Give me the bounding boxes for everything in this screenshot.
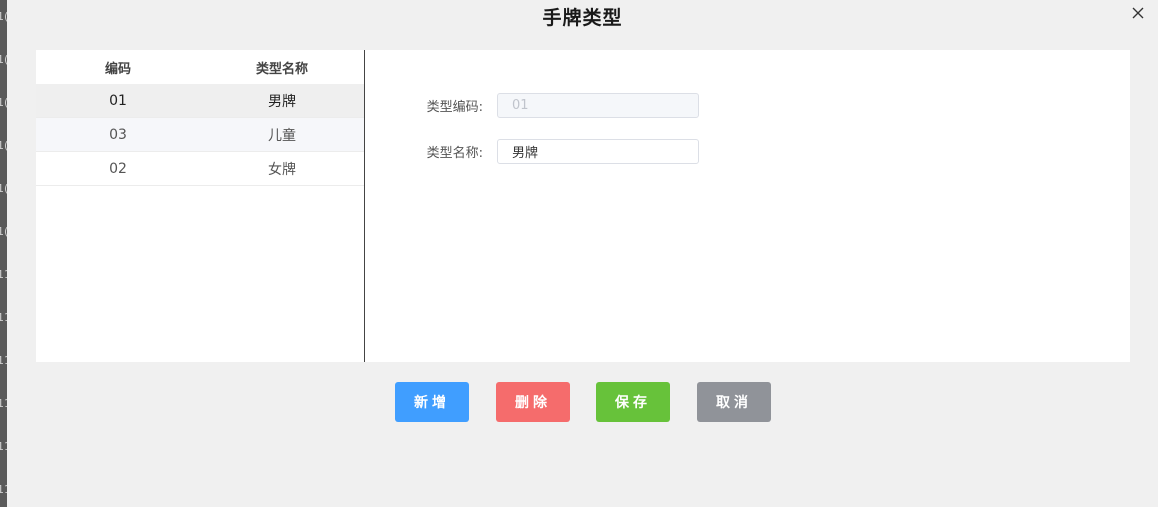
table-row[interactable]: 01 男牌 [36,84,364,118]
name-row: 类型名称: [365,138,699,164]
code-field [497,92,699,118]
type-list: 编码 类型名称 01 男牌 03 儿童 02 女牌 [36,50,365,362]
strip-text: 1( [0,10,7,23]
strip-text: 1( [0,53,7,66]
strip-text: 1( [0,182,7,195]
header-code: 编码 [104,61,131,77]
add-button[interactable]: 新增 [395,382,469,422]
background-page-strip: 1( 1( 1( 1( 1( 1( 11 11 11 11 11 11 [0,0,7,507]
strip-text: 1( [0,225,7,238]
code-label: 类型编码: [426,99,483,115]
cancel-button[interactable]: 取消 [697,382,771,422]
row-code: 02 [109,160,127,177]
delete-button[interactable]: 删除 [496,382,570,422]
strip-text: 1( [0,139,7,152]
row-name: 儿童 [268,127,296,144]
row-code: 03 [109,126,127,143]
table-row[interactable]: 02 女牌 [36,152,364,186]
table-row[interactable]: 03 儿童 [36,118,364,152]
dialog: 手牌类型 编码 类型名称 01 男牌 03 儿童 02 女牌 类型编码: 01 … [7,0,1158,507]
strip-text: 11 [0,311,7,324]
strip-text: 11 [0,483,7,496]
strip-text: 11 [0,397,7,410]
row-name: 女牌 [268,161,296,178]
name-field[interactable] [497,138,699,164]
row-code: 01 [109,92,127,109]
content-panel: 编码 类型名称 01 男牌 03 儿童 02 女牌 类型编码: 类型名称: [36,50,1130,362]
strip-text: 11 [0,268,7,281]
close-icon [1132,7,1144,19]
strip-text: 1( [0,96,7,109]
detail-form: 类型编码: 类型名称: [365,50,1130,362]
strip-text: 11 [0,440,7,453]
table-header: 编码 类型名称 [36,50,364,84]
header-name: 类型名称 [255,61,308,77]
close-button[interactable] [1130,5,1146,21]
save-button[interactable]: 保存 [596,382,670,422]
strip-text: 11 [0,354,7,367]
dialog-title: 手牌类型 [542,7,623,29]
row-name: 男牌 [268,93,296,110]
code-row: 类型编码: [365,92,699,118]
name-label: 类型名称: [426,145,483,161]
